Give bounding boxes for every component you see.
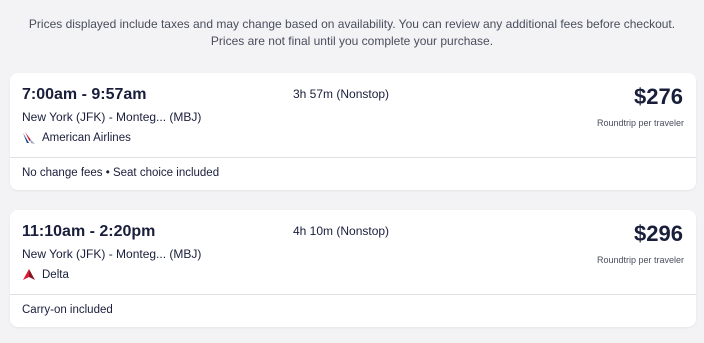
airline-name: Delta xyxy=(42,269,69,281)
airline-info: Delta xyxy=(22,268,69,282)
airline-info: American Airlines xyxy=(22,131,131,145)
flight-times: 11:10am - 2:20pm xyxy=(22,223,156,240)
flight-duration: 3h 57m (Nonstop) xyxy=(293,87,390,101)
flight-card[interactable]: 11:10am - 2:20pm New York (JFK) - Monteg… xyxy=(10,210,696,327)
price-note: Roundtrip per traveler xyxy=(596,118,684,128)
flight-features: No change fees • Seat choice included xyxy=(22,167,220,179)
flight-card[interactable]: 7:00am - 9:57am New York (JFK) - Monteg.… xyxy=(10,73,696,190)
flight-route: New York (JFK) - Monteg... (MBJ) xyxy=(22,247,202,261)
price-disclaimer: Prices displayed include taxes and may c… xyxy=(0,16,704,50)
delta-logo-icon xyxy=(22,268,36,282)
flight-features: Carry-on included xyxy=(22,304,113,316)
card-divider xyxy=(10,294,696,295)
airline-name: American Airlines xyxy=(42,132,131,144)
flight-price: $296 xyxy=(634,221,683,246)
flight-duration: 4h 10m (Nonstop) xyxy=(293,224,390,238)
price-disclaimer-line1: Prices displayed include taxes and may c… xyxy=(28,17,676,31)
card-divider xyxy=(10,157,696,158)
flight-times: 7:00am - 9:57am xyxy=(22,86,147,103)
flight-price: $276 xyxy=(634,84,683,109)
price-disclaimer-line2: Prices are not final until you complete … xyxy=(210,34,494,48)
flight-route: New York (JFK) - Monteg... (MBJ) xyxy=(22,110,202,124)
american-airlines-logo-icon xyxy=(22,131,36,145)
price-note: Roundtrip per traveler xyxy=(596,255,684,265)
